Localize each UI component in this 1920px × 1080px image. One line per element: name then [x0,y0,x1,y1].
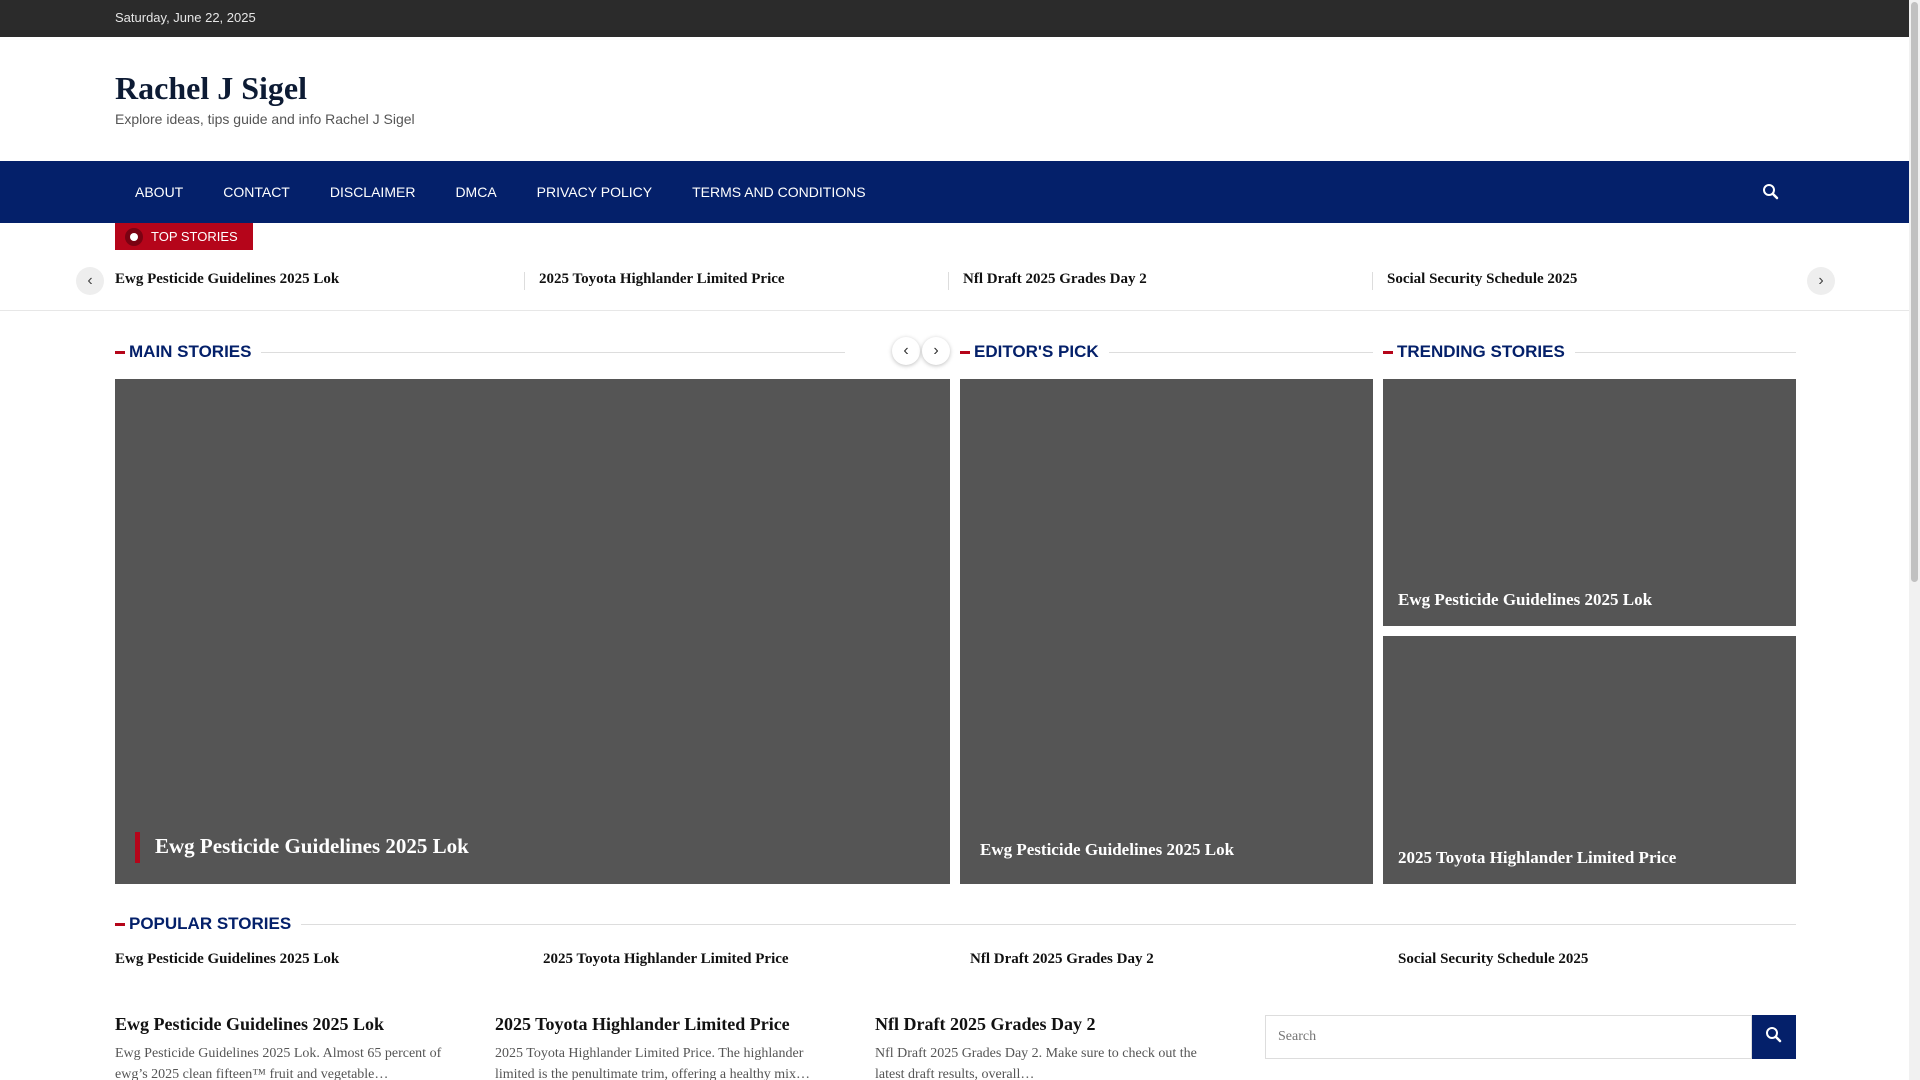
post-card: Ewg Pesticide Guidelines 2025 Lok Ewg Pe… [115,1014,455,1080]
divider [0,310,1909,311]
search-icon [1764,1025,1784,1050]
main-stories-heading: MAIN STORIES [115,340,915,364]
ticker-item[interactable]: Ewg Pesticide Guidelines 2025 Lok [115,271,339,288]
post-card: Nfl Draft 2025 Grades Day 2 Nfl Draft 20… [875,1014,1215,1080]
divider [948,272,949,290]
chevron-left-icon: ‹ [87,272,93,289]
divider [1372,272,1373,290]
slider-prev-button[interactable]: ‹ [892,337,920,365]
search-input[interactable] [1265,1015,1752,1059]
trending-card-title[interactable]: 2025 Toyota Highlander Limited Price [1398,848,1676,868]
current-date: Saturday, June 22, 2025 [115,10,256,25]
editors-pick-heading: EDITOR'S PICK [960,340,1373,364]
scrollbar-thumb[interactable] [1911,2,1918,582]
live-dot-icon [125,227,143,246]
nav-item-dmca[interactable]: DMCA [435,161,516,223]
popular-story-link[interactable]: Social Security Schedule 2025 [1398,951,1588,968]
scrollbar[interactable] [1909,0,1920,1080]
post-excerpt: 2025 Toyota Highlander Limited Price. Th… [495,1046,811,1080]
nav-item-contact[interactable]: CONTACT [203,161,310,223]
ticker-next-button[interactable]: › [1807,267,1835,295]
popular-story-link[interactable]: Ewg Pesticide Guidelines 2025 Lok [115,951,339,968]
trending-card[interactable]: 2025 Toyota Highlander Limited Price [1383,636,1796,884]
slider-next-button[interactable]: › [922,337,950,365]
trending-card[interactable]: Ewg Pesticide Guidelines 2025 Lok [1383,379,1796,626]
search-icon[interactable] [1760,181,1782,203]
ticker-prev-button[interactable]: ‹ [76,267,104,295]
post-title[interactable]: 2025 Toyota Highlander Limited Price [495,1014,790,1034]
main-featured-card[interactable]: Ewg Pesticide Guidelines 2025 Lok [115,379,950,884]
nav-item-terms[interactable]: TERMS AND CONDITIONS [672,161,885,223]
nav-item-privacy-policy[interactable]: PRIVACY POLICY [517,161,672,223]
top-stories-badge: TOP STORIES [115,223,253,250]
chevron-right-icon: › [933,342,939,359]
ticker-item[interactable]: Social Security Schedule 2025 [1387,271,1577,288]
ticker-item[interactable]: 2025 Toyota Highlander Limited Price [539,271,785,288]
trending-stories-heading: TRENDING STORIES [1383,340,1796,364]
post-title[interactable]: Ewg Pesticide Guidelines 2025 Lok [115,1014,384,1034]
popular-story-link[interactable]: 2025 Toyota Highlander Limited Price [543,951,789,968]
chevron-left-icon: ‹ [903,342,909,359]
popular-story-link[interactable]: Nfl Draft 2025 Grades Day 2 [970,951,1154,968]
site-title[interactable]: Rachel J Sigel [115,70,307,107]
trending-card-title[interactable]: Ewg Pesticide Guidelines 2025 Lok [1398,590,1652,610]
popular-stories-heading: POPULAR STORIES [115,912,1796,936]
ticker-item[interactable]: Nfl Draft 2025 Grades Day 2 [963,271,1147,288]
main-featured-title[interactable]: Ewg Pesticide Guidelines 2025 Lok [155,834,469,859]
chevron-right-icon: › [1818,272,1824,289]
editors-pick-title[interactable]: Ewg Pesticide Guidelines 2025 Lok [980,840,1234,860]
post-title[interactable]: Nfl Draft 2025 Grades Day 2 [875,1014,1095,1034]
nav-item-about[interactable]: ABOUT [115,161,203,223]
post-excerpt: Ewg Pesticide Guidelines 2025 Lok. Almos… [115,1046,442,1080]
top-stories-label: TOP STORIES [151,229,238,244]
post-excerpt: Nfl Draft 2025 Grades Day 2. Make sure t… [875,1046,1197,1080]
nav-item-disclaimer[interactable]: DISCLAIMER [310,161,436,223]
editors-pick-card[interactable]: Ewg Pesticide Guidelines 2025 Lok [960,379,1373,884]
site-tagline: Explore ideas, tips guide and info Rache… [115,111,415,127]
search-button[interactable] [1752,1015,1796,1059]
post-card: 2025 Toyota Highlander Limited Price 202… [495,1014,835,1080]
divider [524,272,525,290]
top-bar: Saturday, June 22, 2025 [0,0,1909,37]
title-accent-bar [135,832,140,863]
main-navigation: ABOUT CONTACT DISCLAIMER DMCA PRIVACY PO… [0,161,1909,223]
